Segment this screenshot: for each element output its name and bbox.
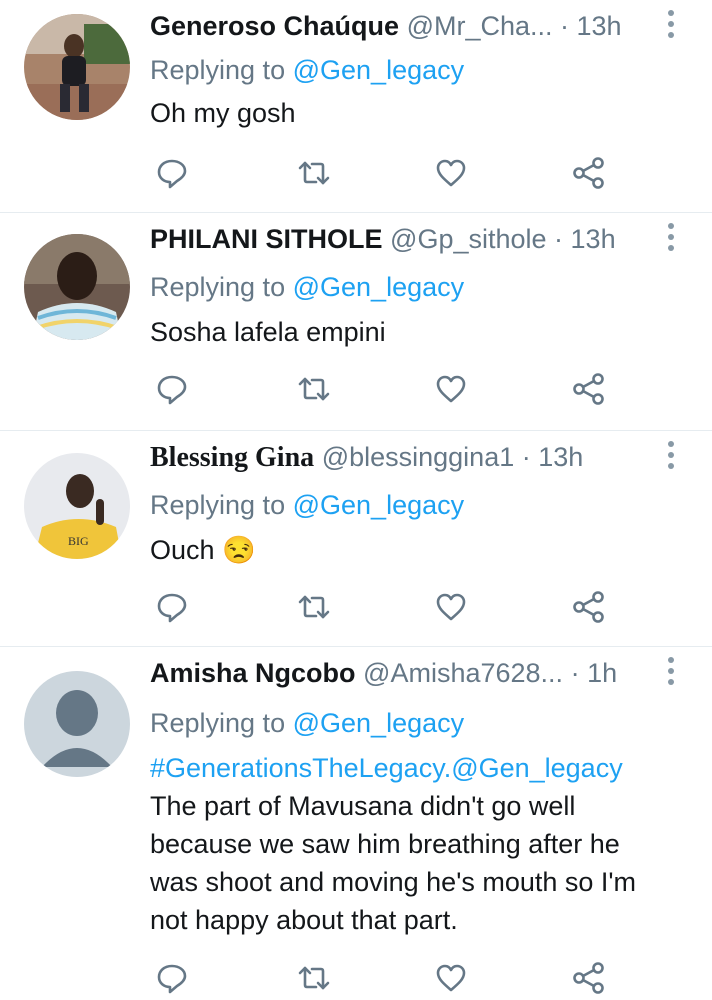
replying-to: Replying to @Gen_legacy [150, 52, 464, 88]
tweet-header: Amisha Ngcobo @Amisha7628... · 1h [150, 655, 652, 691]
replying-prefix: Replying to [150, 490, 286, 520]
display-name[interactable]: Generoso Chaúque [150, 11, 399, 41]
more-options-icon[interactable] [666, 657, 676, 691]
tweet-actions [0, 959, 712, 999]
like-icon[interactable] [434, 156, 468, 190]
avatar[interactable] [24, 14, 130, 120]
display-name[interactable]: Blessing Gina [150, 442, 314, 473]
retweet-icon[interactable] [297, 156, 331, 190]
tweet-text: Sosha lafela empini [150, 317, 386, 347]
user-handle[interactable]: @Gp_sithole [390, 224, 547, 254]
like-icon[interactable] [434, 961, 468, 995]
tweet-text-line: The part of Mavusana didn't go well [150, 791, 576, 821]
user-handle[interactable]: @Mr_Cha... [407, 11, 553, 41]
tweet-header: PHILANI SITHOLE @Gp_sithole · 13h [150, 221, 652, 257]
display-name[interactable]: PHILANI SITHOLE [150, 224, 383, 254]
timestamp[interactable]: · 13h [554, 224, 616, 254]
tweet-text: Oh my gosh [150, 98, 296, 128]
more-options-icon[interactable] [666, 10, 676, 44]
tweet[interactable]: PHILANI SITHOLE @Gp_sithole · 13h Replyi… [0, 213, 712, 430]
tweet-text-line: not happy about that part. [150, 905, 458, 935]
mention-link[interactable]: @Gen_legacy [293, 708, 465, 738]
photo-avatar-icon [24, 234, 130, 340]
replying-to: Replying to @Gen_legacy [150, 269, 464, 305]
reply-feed: Generoso Chaúque @Mr_Cha... · 13h Replyi… [0, 0, 712, 1000]
mention-link[interactable]: @Gen_legacy [293, 55, 465, 85]
more-options-icon[interactable] [666, 223, 676, 257]
display-name[interactable]: Amisha Ngcobo [150, 658, 356, 688]
svg-text:BIG: BIG [68, 534, 89, 548]
retweet-icon[interactable] [297, 372, 331, 406]
share-icon[interactable] [572, 590, 606, 624]
timestamp[interactable]: · 13h [560, 11, 622, 41]
photo-avatar-icon: BIG [24, 453, 130, 559]
tweet-text-line: was shoot and moving he's mouth so I'm [150, 867, 637, 897]
reply-icon[interactable] [155, 590, 189, 624]
share-icon[interactable] [572, 372, 606, 406]
retweet-icon[interactable] [297, 590, 331, 624]
more-options-icon[interactable] [666, 441, 676, 475]
user-handle[interactable]: @Amisha7628... [363, 658, 563, 688]
share-icon[interactable] [572, 156, 606, 190]
avatar[interactable]: BIG [24, 453, 130, 559]
tweet[interactable]: Generoso Chaúque @Mr_Cha... · 13h Replyi… [0, 0, 712, 212]
share-icon[interactable] [572, 961, 606, 995]
avatar[interactable] [24, 671, 130, 777]
replying-prefix: Replying to [150, 272, 286, 302]
like-icon[interactable] [434, 372, 468, 406]
replying-to: Replying to @Gen_legacy [150, 487, 464, 523]
timestamp[interactable]: · 13h [522, 442, 584, 472]
tweet-actions [0, 370, 712, 410]
tweet-header: Blessing Gina @blessinggina1 · 13h [150, 439, 652, 476]
mention-link[interactable]: @Gen_legacy [293, 490, 465, 520]
replying-prefix: Replying to [150, 708, 286, 738]
tweet-text-content: Ouch [150, 535, 215, 565]
mention-link[interactable]: @Gen_legacy [293, 272, 465, 302]
default-avatar-icon [24, 671, 130, 777]
reply-icon[interactable] [155, 372, 189, 406]
hashtag-link[interactable]: #GenerationsTheLegacy.@Gen_legacy [150, 749, 672, 787]
photo-avatar-icon [24, 14, 130, 120]
retweet-icon[interactable] [297, 961, 331, 995]
tweet-text: Ouch 😒 [150, 531, 672, 569]
tweet[interactable]: BIG Blessing Gina @blessinggina1 · 13h R… [0, 431, 712, 646]
user-handle[interactable]: @blessinggina1 [322, 442, 515, 472]
tweet-text: #GenerationsTheLegacy.@Gen_legacy The pa… [150, 749, 672, 939]
like-icon[interactable] [434, 590, 468, 624]
avatar[interactable] [24, 234, 130, 340]
tweet[interactable]: Amisha Ngcobo @Amisha7628... · 1h Replyi… [0, 647, 712, 1000]
tweet-header: Generoso Chaúque @Mr_Cha... · 13h [150, 8, 652, 44]
replying-to: Replying to @Gen_legacy [150, 705, 464, 741]
tweet-text-line: because we saw him breathing after he [150, 829, 620, 859]
unamused-face-emoji: 😒 [222, 535, 256, 565]
replying-prefix: Replying to [150, 55, 286, 85]
reply-icon[interactable] [155, 156, 189, 190]
reply-icon[interactable] [155, 961, 189, 995]
tweet-actions [0, 588, 712, 628]
timestamp[interactable]: · 1h [571, 658, 618, 688]
tweet-actions [0, 154, 712, 194]
